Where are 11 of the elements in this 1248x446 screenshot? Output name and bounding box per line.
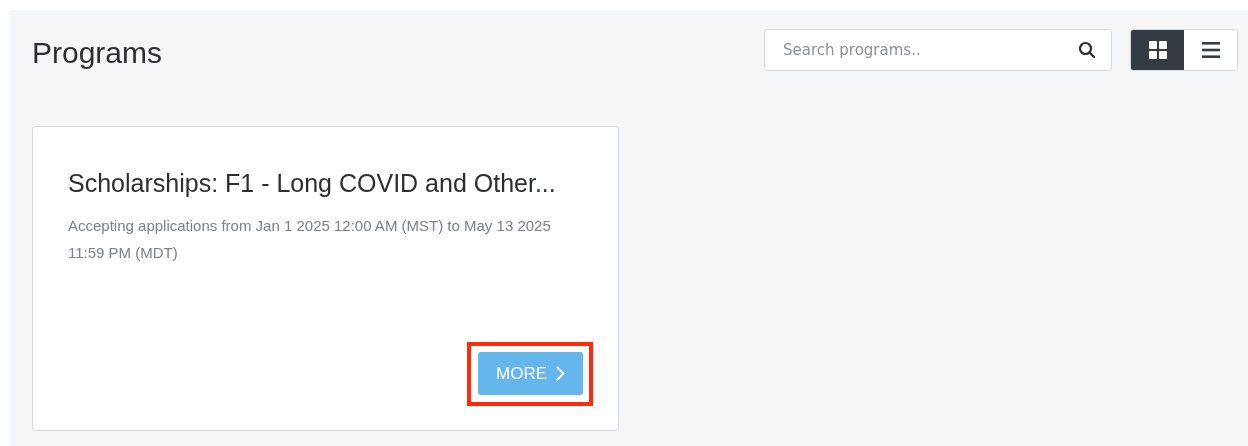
search-icon bbox=[1078, 41, 1096, 59]
page-title: Programs bbox=[32, 36, 163, 70]
program-description: Accepting applications from Jan 1 2025 12:00 AM (MST) to May 13 2025 11:59 PM (MDT) bbox=[68, 216, 552, 263]
program-title: Scholarships: F1 - Long COVID and Other... bbox=[68, 169, 557, 198]
grid-view-button[interactable] bbox=[1131, 30, 1184, 70]
more-button[interactable]: MORE bbox=[478, 352, 583, 395]
menu-icon bbox=[1201, 42, 1220, 58]
chevron-right-icon bbox=[556, 366, 565, 381]
search-field[interactable]: Search programs.. bbox=[764, 29, 1112, 71]
grid-icon bbox=[1148, 41, 1167, 59]
list-view-button[interactable] bbox=[1184, 30, 1237, 70]
